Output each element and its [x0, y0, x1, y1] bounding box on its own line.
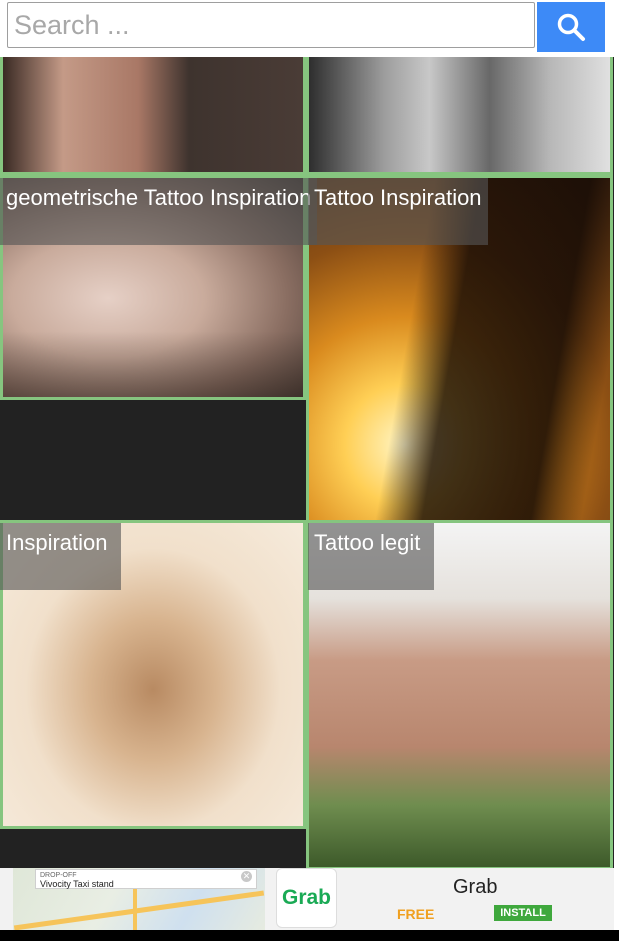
- tile-caption: Tattoo Inspiration: [308, 178, 488, 245]
- ad-app-logo: Grab: [276, 868, 337, 928]
- search-button[interactable]: [537, 2, 605, 52]
- tile-caption: Tattoo legit: [308, 523, 434, 590]
- ad-install-button[interactable]: INSTALL: [494, 905, 552, 921]
- image-tile-1[interactable]: [0, 57, 306, 175]
- tile-caption: geometrische Tattoo Inspiration: [0, 178, 318, 245]
- ad-map-image: DROP-OFF Vivocity Taxi stand ✕: [13, 868, 265, 930]
- image-tile-2[interactable]: [306, 57, 613, 175]
- system-nav-bar: [0, 930, 619, 941]
- search-icon: [557, 13, 585, 41]
- search-bar: [0, 0, 614, 57]
- ad-info-box: DROP-OFF Vivocity Taxi stand: [35, 869, 257, 889]
- scroll-edge: [614, 0, 619, 941]
- tile-caption: Inspiration: [0, 523, 121, 590]
- tile-photo: [309, 57, 610, 172]
- ad-map-location: Vivocity Taxi stand: [40, 879, 114, 889]
- ad-price: FREE: [397, 906, 435, 922]
- tile-photo: [3, 57, 303, 172]
- ad-logo-text: Grab: [281, 886, 331, 909]
- ad-app-name: Grab: [453, 876, 498, 898]
- search-input[interactable]: [7, 2, 535, 48]
- ad-banner[interactable]: DROP-OFF Vivocity Taxi stand ✕ Grab Grab…: [0, 868, 614, 930]
- ad-close-icon[interactable]: ✕: [241, 871, 252, 882]
